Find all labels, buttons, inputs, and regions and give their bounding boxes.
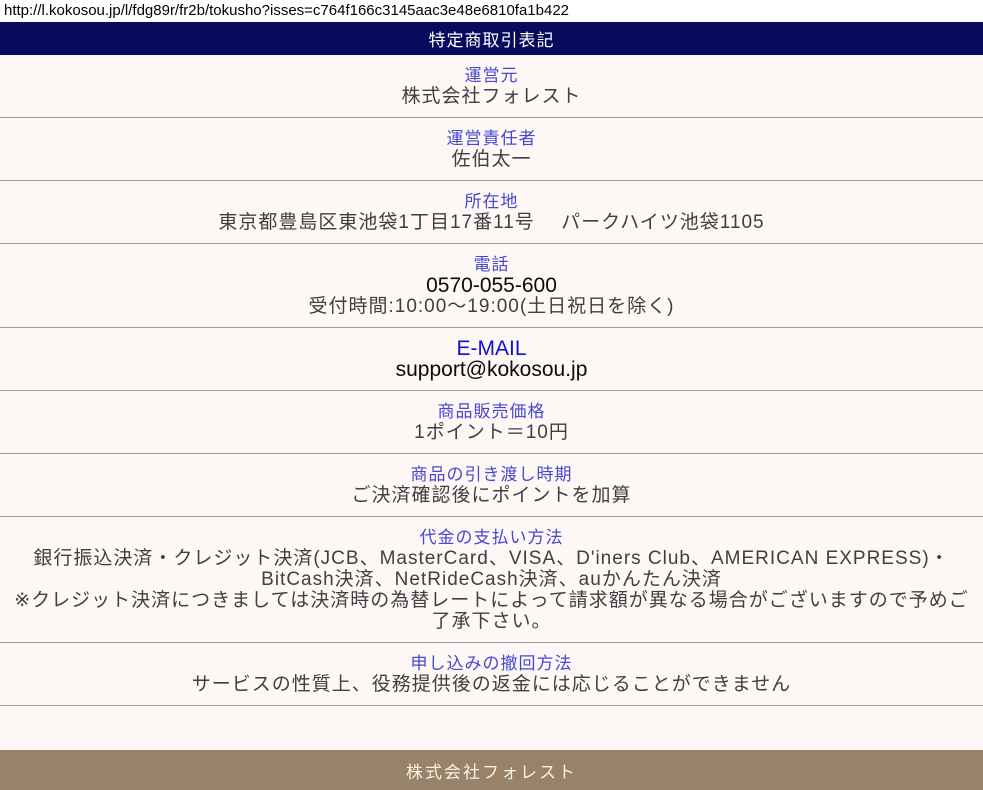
- section-row: 運営責任者 佐伯太一: [0, 118, 983, 181]
- section-line: support@kokosou.jp: [8, 359, 975, 380]
- section-line: ※クレジット決済につきましては決済時の為替レートによって請求額が異なる場合がござ…: [8, 590, 975, 632]
- section-line: ご決済確認後にポイントを加算: [8, 485, 975, 506]
- section-line: BitCash決済、NetRideCash決済、auかんたん決済: [8, 569, 975, 590]
- footer-bar: 株式会社フォレスト: [0, 750, 983, 790]
- section-label: 所在地: [8, 191, 975, 212]
- section-row: 代金の支払い方法 銀行振込決済・クレジット決済(JCB、MasterCard、V…: [0, 517, 983, 643]
- section-row: 所在地 東京都豊島区東池袋1丁目17番11号 パークハイツ池袋1105: [0, 181, 983, 244]
- section-label: 申し込みの撤回方法: [8, 653, 975, 674]
- section-line: サービスの性質上、役務提供後の返金には応じることができません: [8, 674, 975, 695]
- section-lines: 佐伯太一: [8, 149, 975, 170]
- section-row: 電話 0570-055-600受付時間:10:00～19:00(土日祝日を除く): [0, 244, 983, 328]
- section-line: 銀行振込決済・クレジット決済(JCB、MasterCard、VISA、D'ine…: [8, 548, 975, 569]
- header-bar: 特定商取引表記: [0, 22, 983, 55]
- section-label: 運営元: [8, 65, 975, 86]
- section-label: 電話: [8, 254, 975, 275]
- section-row: E-MAIL support@kokosou.jp: [0, 328, 983, 391]
- section-row: 申し込みの撤回方法 サービスの性質上、役務提供後の返金には応じることができません: [0, 643, 983, 706]
- section-lines: support@kokosou.jp: [8, 359, 975, 380]
- section-line: 受付時間:10:00～19:00(土日祝日を除く): [8, 296, 975, 317]
- section-lines: 株式会社フォレスト: [8, 86, 975, 107]
- page-url-text: http://l.kokosou.jp/l/fdg89r/fr2b/tokush…: [0, 0, 983, 22]
- tokusho-table: 運営元 株式会社フォレスト 運営責任者 佐伯太一 所在地 東京都豊島区東池袋1丁…: [0, 55, 983, 706]
- section-lines: 1ポイント＝10円: [8, 422, 975, 443]
- empty-spacer: [0, 706, 983, 750]
- section-lines: 東京都豊島区東池袋1丁目17番11号 パークハイツ池袋1105: [8, 212, 975, 233]
- section-lines: サービスの性質上、役務提供後の返金には応じることができません: [8, 674, 975, 695]
- section-lines: ご決済確認後にポイントを加算: [8, 485, 975, 506]
- email-link[interactable]: E-MAIL: [8, 338, 975, 359]
- section-line: 1ポイント＝10円: [8, 422, 975, 443]
- section-line: 株式会社フォレスト: [8, 86, 975, 107]
- section-lines: 0570-055-600受付時間:10:00～19:00(土日祝日を除く): [8, 275, 975, 317]
- section-line: 0570-055-600: [8, 275, 975, 296]
- section-row: 商品の引き渡し時期 ご決済確認後にポイントを加算: [0, 454, 983, 517]
- page-title: 特定商取引表記: [429, 26, 555, 51]
- section-label: 商品の引き渡し時期: [8, 464, 975, 485]
- section-line: 東京都豊島区東池袋1丁目17番11号 パークハイツ池袋1105: [8, 212, 975, 233]
- section-label: 商品販売価格: [8, 401, 975, 422]
- section-lines: 銀行振込決済・クレジット決済(JCB、MasterCard、VISA、D'ine…: [8, 548, 975, 632]
- section-label: 運営責任者: [8, 128, 975, 149]
- section-line: 佐伯太一: [8, 149, 975, 170]
- footer-company-name: 株式会社フォレスト: [406, 758, 577, 783]
- section-row: 運営元 株式会社フォレスト: [0, 55, 983, 118]
- section-label: 代金の支払い方法: [8, 527, 975, 548]
- section-row: 商品販売価格 1ポイント＝10円: [0, 391, 983, 454]
